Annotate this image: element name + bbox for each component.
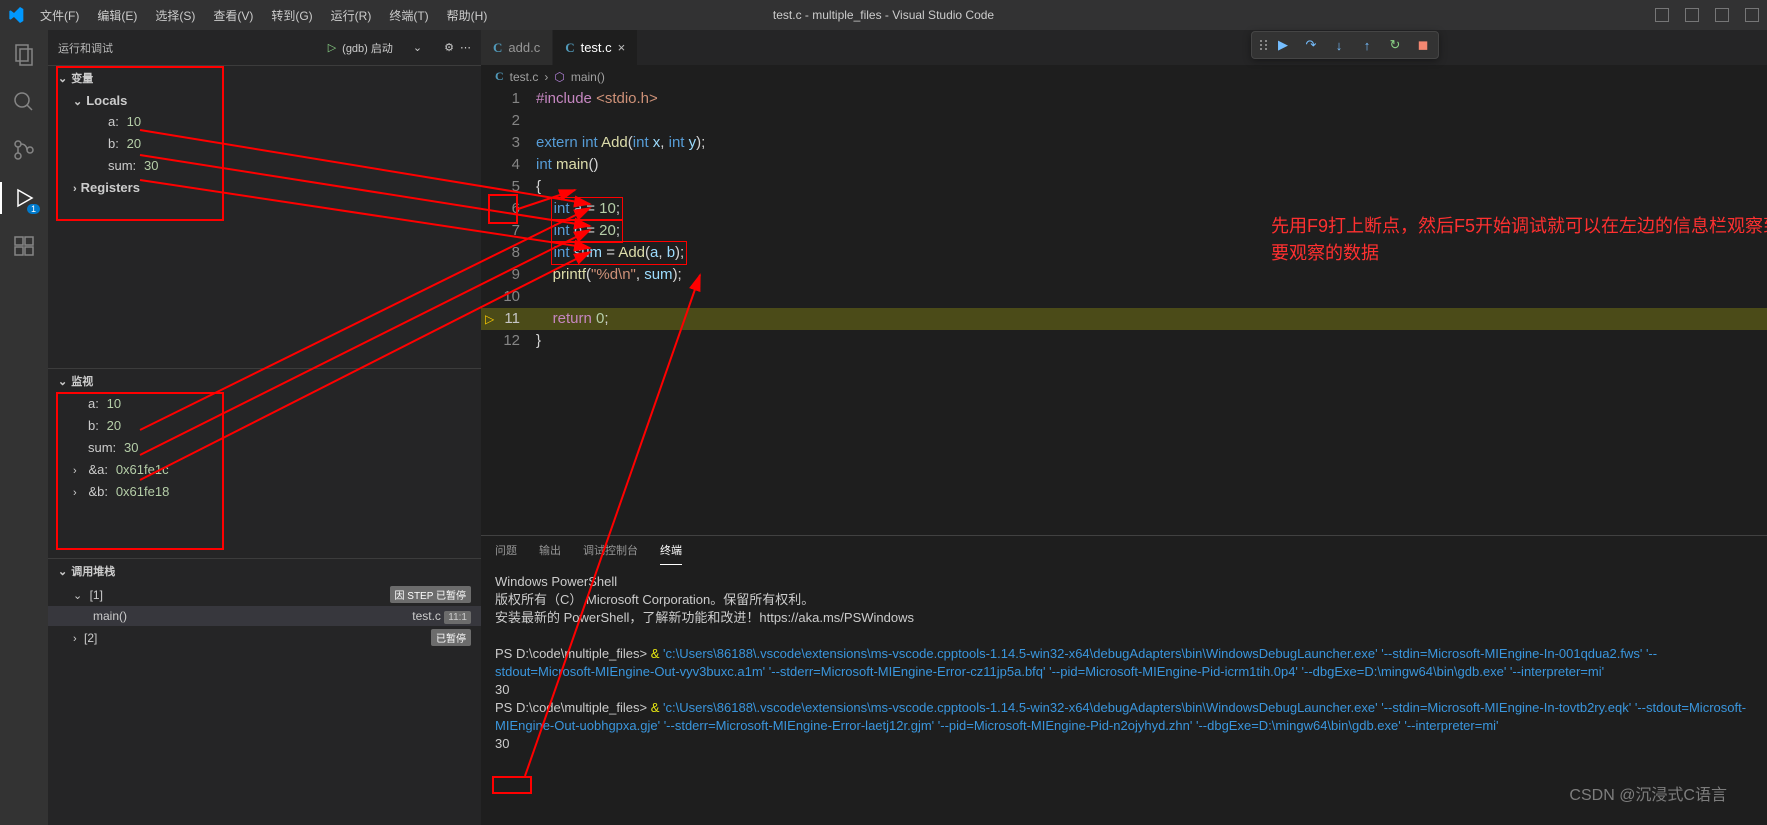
menu-terminal[interactable]: 终端(T) xyxy=(381,3,436,28)
watch-b[interactable]: b: 20 xyxy=(48,415,481,437)
thread-1[interactable]: ⌄ [1]因 STEP 已暂停 xyxy=(48,583,481,606)
source-control-icon[interactable] xyxy=(10,136,38,164)
debug-badge: 1 xyxy=(27,204,40,214)
play-icon: ▷ xyxy=(328,41,336,54)
variables-section: ⌄变量 ⌄Locals a: 10 b: 20 sum: 30 ›Registe… xyxy=(48,65,481,198)
gear-icon[interactable]: ⚙ xyxy=(444,41,454,54)
debug-icon[interactable]: 1 xyxy=(10,184,38,212)
panel-tab-output[interactable]: 输出 xyxy=(539,542,561,565)
var-a[interactable]: a: 10 xyxy=(48,111,481,133)
editor-tabs: Cadd.c Ctest.c× xyxy=(481,30,1767,65)
watch-sum[interactable]: sum: 30 xyxy=(48,437,481,459)
watch-addr-a[interactable]: › &a: 0x61fe1c xyxy=(48,459,481,481)
c-file-icon: C xyxy=(493,40,502,56)
close-icon[interactable]: × xyxy=(618,40,626,55)
continue-button[interactable]: ▶ xyxy=(1274,36,1292,54)
menu-select[interactable]: 选择(S) xyxy=(147,3,203,28)
execution-pointer-icon: ▷ xyxy=(485,308,494,330)
search-icon[interactable] xyxy=(10,88,38,116)
launch-config-label: (gdb) 启动 xyxy=(342,40,393,56)
step-over-button[interactable]: ↷ xyxy=(1302,36,1320,54)
more-icon[interactable]: ⋯ xyxy=(460,41,471,54)
var-sum[interactable]: sum: 30 xyxy=(48,155,481,177)
stop-button[interactable]: ◼ xyxy=(1414,36,1432,54)
drag-handle[interactable] xyxy=(1258,40,1264,50)
sidebar: 运行和调试 ▷ (gdb) 启动 ⌄ ⚙ ⋯ ⌄变量 ⌄Locals a: 10… xyxy=(48,30,481,825)
code-editor[interactable]: 1#include <stdio.h> 2 3extern int Add(in… xyxy=(481,88,1767,352)
callstack-section: ⌄调用堆栈 ⌄ [1]因 STEP 已暂停 main()test.c 11:1 … xyxy=(48,558,481,649)
variables-header[interactable]: ⌄变量 xyxy=(48,66,481,90)
tab-add-c[interactable]: Cadd.c xyxy=(481,30,553,65)
menu-file[interactable]: 文件(F) xyxy=(32,3,87,28)
paused-badge: 因 STEP 已暂停 xyxy=(390,586,472,603)
menu-goto[interactable]: 转到(G) xyxy=(263,3,320,28)
chevron-down-icon[interactable]: ⌄ xyxy=(413,41,422,54)
menu-edit[interactable]: 编辑(E) xyxy=(89,3,145,28)
watch-addr-b[interactable]: › &b: 0x61fe18 xyxy=(48,481,481,503)
watch-a[interactable]: a: 10 xyxy=(48,393,481,415)
stack-frame-main[interactable]: main()test.c 11:1 xyxy=(48,606,481,626)
start-debug-button[interactable]: ▷ (gdb) 启动 ⌄ xyxy=(320,38,438,58)
panel-tab-debug-console[interactable]: 调试控制台 xyxy=(583,542,638,565)
title-bar: 文件(F) 编辑(E) 选择(S) 查看(V) 转到(G) 运行(R) 终端(T… xyxy=(0,0,1767,30)
locals-header[interactable]: ⌄Locals xyxy=(48,90,481,111)
c-file-icon: C xyxy=(565,40,574,56)
window-title: test.c - multiple_files - Visual Studio … xyxy=(773,8,994,22)
panel-bottom-icon[interactable] xyxy=(1685,8,1699,22)
terminal-output-1: 30 xyxy=(495,681,1753,699)
step-out-button[interactable]: ↑ xyxy=(1358,36,1376,54)
watch-section: ⌄监视 a: 10 b: 20 sum: 30 › &a: 0x61fe1c ›… xyxy=(48,368,481,503)
panel-tab-terminal[interactable]: 终端 xyxy=(660,542,682,565)
extensions-icon[interactable] xyxy=(10,232,38,260)
callstack-header[interactable]: ⌄调用堆栈 xyxy=(48,559,481,583)
restart-button[interactable]: ↻ xyxy=(1386,36,1404,54)
chevron-down-icon: ⌄ xyxy=(58,375,67,388)
explorer-icon[interactable] xyxy=(10,40,38,68)
paused-badge-2: 已暂停 xyxy=(431,629,471,646)
sidebar-title: 运行和调试 xyxy=(58,40,113,56)
editor-area: Cadd.c Ctest.c× ▶ ↷ ↓ ↑ ↻ ◼ Ctest.c › ⬡ … xyxy=(481,30,1767,825)
breadcrumb[interactable]: Ctest.c › ⬡ main() xyxy=(481,65,1767,88)
panel-right-icon[interactable] xyxy=(1715,8,1729,22)
vscode-logo xyxy=(8,7,24,23)
menu-bar: 文件(F) 编辑(E) 选择(S) 查看(V) 转到(G) 运行(R) 终端(T… xyxy=(32,3,495,28)
menu-view[interactable]: 查看(V) xyxy=(205,3,261,28)
panel-tabs: 问题 输出 调试控制台 终端 xyxy=(481,536,1767,565)
watch-header[interactable]: ⌄监视 xyxy=(48,369,481,393)
menu-help[interactable]: 帮助(H) xyxy=(439,3,496,28)
layout-controls xyxy=(1655,8,1759,22)
terminal-output-2: 30 xyxy=(495,735,1753,753)
layout-icon[interactable] xyxy=(1745,8,1759,22)
activity-bar: 1 xyxy=(0,30,48,825)
thread-2[interactable]: › [2]已暂停 xyxy=(48,626,481,649)
symbol-icon: ⬡ xyxy=(554,70,564,84)
tab-test-c[interactable]: Ctest.c× xyxy=(553,30,638,65)
var-b[interactable]: b: 20 xyxy=(48,133,481,155)
panel-tab-problems[interactable]: 问题 xyxy=(495,542,517,565)
chevron-down-icon: ⌄ xyxy=(58,72,67,85)
chevron-down-icon: ⌄ xyxy=(58,565,67,578)
c-file-icon: C xyxy=(495,69,504,84)
step-into-button[interactable]: ↓ xyxy=(1330,36,1348,54)
panel-left-icon[interactable] xyxy=(1655,8,1669,22)
watermark: CSDN @沉浸式C语言 xyxy=(1569,781,1727,805)
sidebar-header: 运行和调试 ▷ (gdb) 启动 ⌄ ⚙ ⋯ xyxy=(48,30,481,65)
annotation-text: 先用F9打上断点，然后F5开始调试就可以在左边的信息栏观察到各种你所想要观察的数… xyxy=(1271,213,1767,267)
registers-header[interactable]: ›Registers xyxy=(48,177,481,198)
menu-run[interactable]: 运行(R) xyxy=(323,3,380,28)
debug-toolbar[interactable]: ▶ ↷ ↓ ↑ ↻ ◼ xyxy=(1251,31,1439,59)
